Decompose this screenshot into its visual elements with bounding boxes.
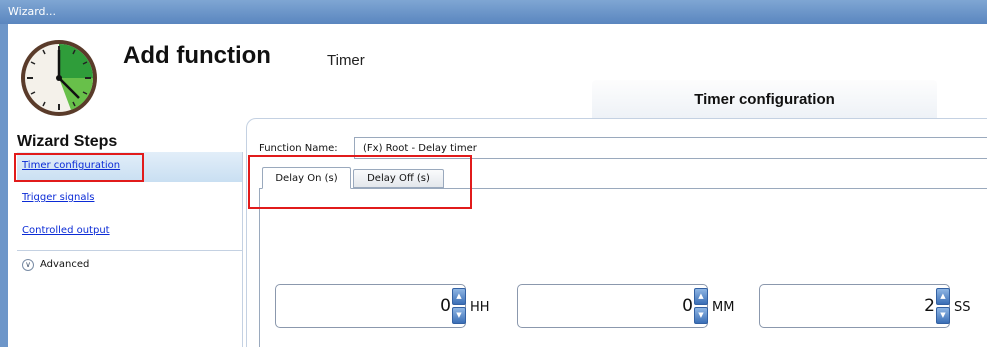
minutes-spinner: ▲ ▼ <box>694 288 708 325</box>
hours-input[interactable]: 0 <box>275 284 466 328</box>
hours-unit: HH <box>470 300 490 315</box>
step-controlled-output-link[interactable]: Controlled output <box>22 225 110 236</box>
seconds-input[interactable]: 2 <box>759 284 950 328</box>
advanced-expander[interactable]: ∨ Advanced <box>17 250 242 279</box>
minutes-input[interactable]: 0 <box>517 284 708 328</box>
page-subtitle: Timer <box>327 52 365 69</box>
page-title: Add function <box>123 42 271 69</box>
wizard-steps-title: Wizard Steps <box>17 133 118 150</box>
function-name-value: (Fx) Root - Delay timer <box>363 143 477 154</box>
timer-configuration-tab: Timer configuration <box>592 80 937 118</box>
highlight-box-tabs <box>248 155 472 209</box>
advanced-label: Advanced <box>40 259 90 270</box>
seconds-spinner: ▲ ▼ <box>936 288 950 325</box>
window-titlebar: Wizard... <box>0 0 987 24</box>
function-name-label: Function Name: <box>259 143 338 154</box>
seconds-down-button[interactable]: ▼ <box>936 307 950 324</box>
hours-value: 0 <box>440 296 451 316</box>
minutes-down-button[interactable]: ▼ <box>694 307 708 324</box>
window-title: Wizard... <box>8 5 57 18</box>
seconds-value: 2 <box>924 296 935 316</box>
step-controlled-output[interactable]: Controlled output <box>17 217 242 247</box>
minutes-unit: MM <box>712 300 735 315</box>
clock-icon <box>21 40 97 116</box>
hours-up-button[interactable]: ▲ <box>452 288 466 305</box>
step-trigger-signals-link[interactable]: Trigger signals <box>22 192 94 203</box>
step-trigger-signals[interactable]: Trigger signals <box>17 184 242 214</box>
hours-down-button[interactable]: ▼ <box>452 307 466 324</box>
seconds-unit: SS <box>954 300 971 315</box>
seconds-up-button[interactable]: ▲ <box>936 288 950 305</box>
minutes-up-button[interactable]: ▲ <box>694 288 708 305</box>
chevron-down-icon[interactable]: ∨ <box>22 259 34 271</box>
minutes-value: 0 <box>682 296 693 316</box>
highlight-box-step <box>14 153 144 182</box>
timer-configuration-tab-label: Timer configuration <box>694 91 835 108</box>
hours-spinner: ▲ ▼ <box>452 288 466 325</box>
